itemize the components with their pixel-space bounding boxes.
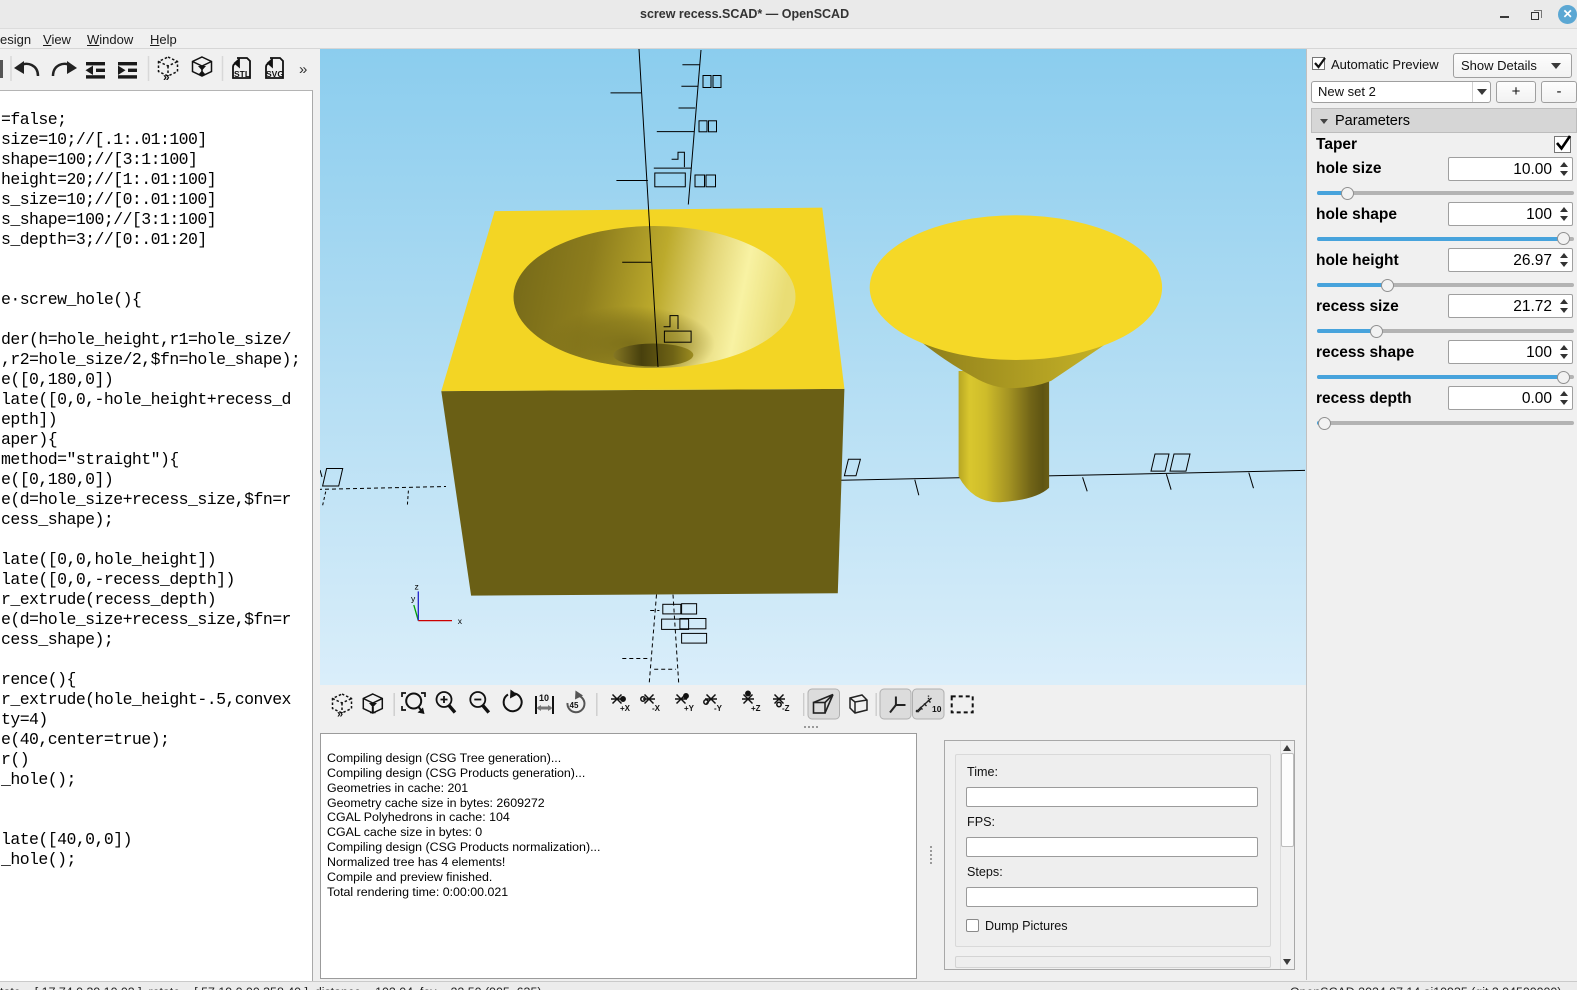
svg-text:+Y: +Y — [684, 704, 695, 713]
svg-text:+Z: +Z — [751, 704, 761, 713]
svg-text:-X: -X — [652, 704, 661, 713]
svg-text:SVG: SVG — [266, 69, 284, 79]
svg-text:»: » — [299, 61, 307, 78]
svg-text:»: » — [163, 70, 170, 84]
svg-text:-Z: -Z — [782, 704, 790, 713]
svg-text:z: z — [415, 582, 419, 592]
svg-text:»: » — [337, 709, 343, 721]
svg-text:45: 45 — [570, 701, 579, 710]
svg-text:STL: STL — [234, 69, 250, 79]
svg-text:10: 10 — [932, 704, 942, 714]
svg-text:x: x — [458, 616, 463, 626]
svg-text:+X: +X — [620, 704, 631, 713]
svg-text:10: 10 — [539, 693, 549, 703]
svg-text:-Y: -Y — [714, 704, 723, 713]
